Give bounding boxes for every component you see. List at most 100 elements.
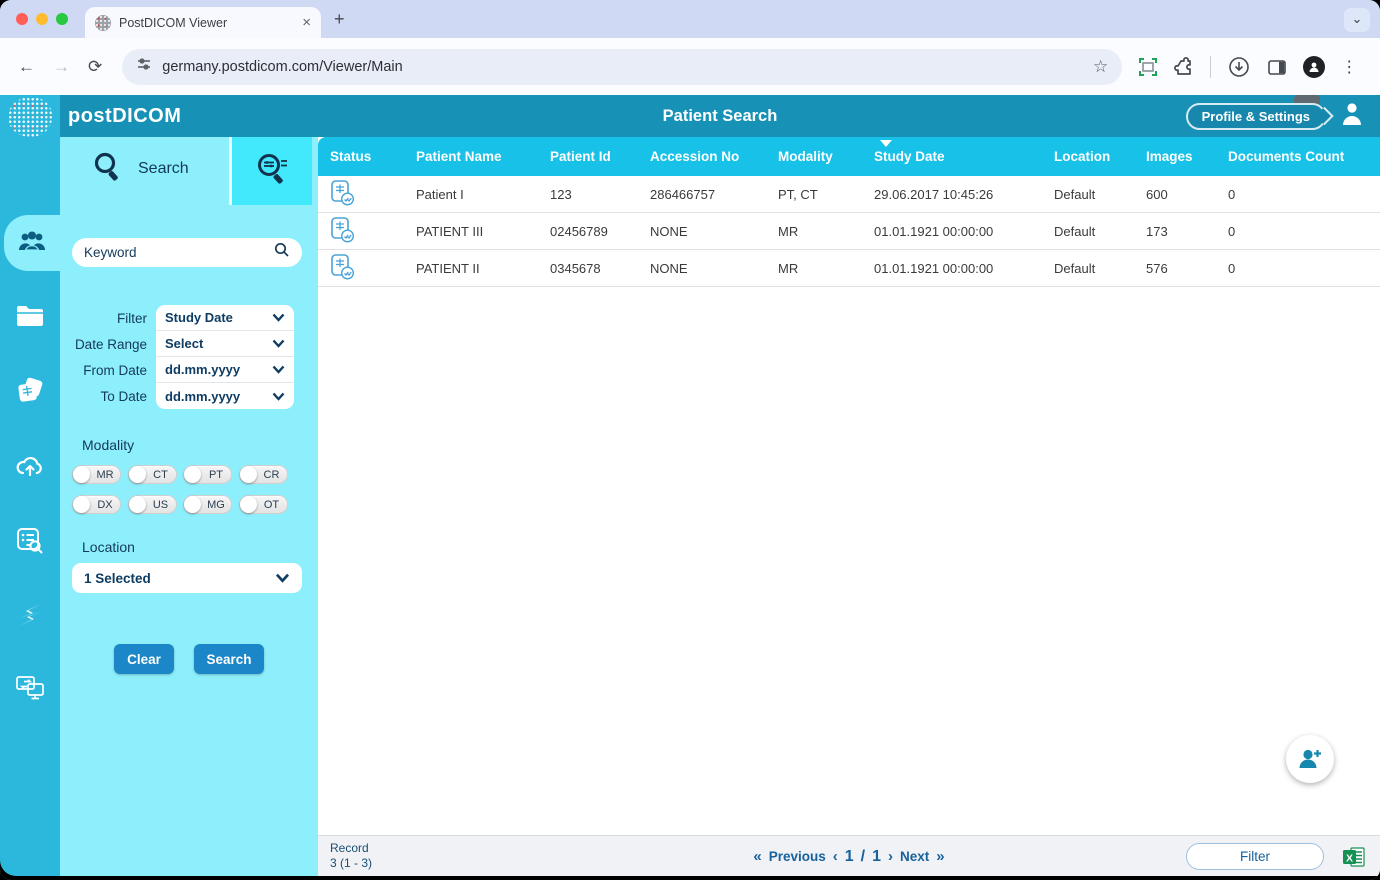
column-header-images[interactable]: Images: [1134, 137, 1216, 176]
tab-basic-search[interactable]: Search: [60, 137, 228, 201]
bookmark-star-icon[interactable]: ☆: [1093, 57, 1108, 77]
patient-name-cell[interactable]: PATIENT III: [404, 224, 538, 239]
tab-search-chevron-icon[interactable]: ⌄: [1344, 8, 1370, 32]
export-excel-icon[interactable]: X: [1342, 845, 1366, 874]
search-icon: [92, 151, 122, 188]
url-text[interactable]: germany.postdicom.com/Viewer/Main: [162, 59, 1083, 75]
date-range-label: Date Range: [74, 336, 147, 352]
folder-icon: [16, 305, 44, 332]
sidebar-item-studies[interactable]: [0, 365, 60, 421]
filter-button[interactable]: Filter: [1186, 843, 1324, 870]
total-pages: 1: [872, 847, 882, 865]
patient-id-cell: 123: [550, 186, 572, 202]
sidebar-item-share-viewer[interactable]: [0, 662, 60, 718]
modality-toggle-ot[interactable]: OT: [238, 495, 288, 514]
browser-menu-icon[interactable]: ⋮: [1341, 57, 1357, 77]
search-panel: Search Filter Study Date: [60, 137, 318, 876]
sidebar-item-sync[interactable]: [0, 589, 60, 645]
modality-toggle-mr[interactable]: MR: [72, 465, 121, 484]
modality-toggle-us[interactable]: US: [127, 495, 177, 514]
patient-name-cell[interactable]: PATIENT II: [404, 261, 538, 276]
search-button[interactable]: Search: [194, 644, 264, 674]
tab-title: PostDICOM Viewer: [119, 15, 228, 30]
documents-count-cell: 0: [1228, 260, 1236, 276]
clear-button[interactable]: Clear: [114, 644, 174, 674]
table-header-row: Status Patient Name Patient Id Accession…: [318, 137, 1380, 176]
close-window-button[interactable]: [16, 13, 28, 25]
close-tab-icon[interactable]: ×: [302, 14, 311, 31]
sidebar-item-cloud-upload[interactable]: [0, 440, 60, 496]
keyword-input[interactable]: [84, 245, 274, 260]
back-icon[interactable]: ←: [18, 57, 35, 77]
browser-tab[interactable]: PostDICOM Viewer ×: [85, 7, 321, 38]
next-page-icon[interactable]: ›: [888, 848, 893, 865]
previous-page-icon[interactable]: ‹: [833, 848, 838, 865]
study-status-icon: [331, 253, 355, 280]
keyword-search-field[interactable]: [72, 238, 302, 267]
sidebar-item-folders[interactable]: [0, 290, 60, 346]
tab-advanced-search[interactable]: [232, 137, 312, 205]
location-select[interactable]: 1 Selected: [72, 563, 302, 593]
add-person-icon: [1299, 749, 1321, 768]
sidebar-item-patients[interactable]: [4, 215, 60, 271]
from-date-select[interactable]: dd.mm.yyyy: [156, 357, 294, 383]
status-cell[interactable]: [318, 253, 404, 284]
location-cell: Default: [1054, 223, 1096, 239]
column-header-modality[interactable]: Modality: [766, 137, 862, 176]
column-header-accession-no[interactable]: Accession No: [638, 137, 766, 176]
modality-label: Modality: [82, 437, 135, 453]
column-header-location[interactable]: Location: [1042, 137, 1134, 176]
keyword-search-icon[interactable]: [274, 242, 290, 263]
patient-name-cell[interactable]: Patient I: [404, 187, 538, 202]
images-cell: 173: [1146, 223, 1168, 239]
from-date-label: From Date: [83, 362, 147, 378]
screenshot-extension-icon[interactable]: [1138, 57, 1158, 77]
modality-toggle-mg[interactable]: MG: [183, 495, 232, 514]
current-page: 1: [844, 847, 854, 865]
worklist-search-icon: [16, 527, 44, 560]
column-header-patient-name[interactable]: Patient Name: [404, 137, 538, 176]
download-icon[interactable]: [1227, 55, 1251, 79]
column-header-study-date[interactable]: Study Date: [862, 137, 1042, 176]
modality-cell: MR: [778, 223, 799, 239]
table-row[interactable]: PATIENT III 02456789 NONE MR 01.01.1921 …: [318, 213, 1380, 250]
column-header-status[interactable]: Status: [318, 137, 404, 176]
table-row[interactable]: Patient I 123 286466757 PT, CT 29.06.201…: [318, 176, 1380, 213]
zoom-window-button[interactable]: [56, 13, 68, 25]
reload-icon[interactable]: ⟳: [88, 57, 102, 77]
minimize-window-button[interactable]: [36, 13, 48, 25]
modality-toggle-pt[interactable]: PT: [183, 465, 232, 484]
site-info-icon[interactable]: [136, 56, 152, 77]
forward-icon[interactable]: →: [53, 57, 70, 77]
column-header-patient-id[interactable]: Patient Id: [538, 137, 638, 176]
previous-page-button[interactable]: Previous: [769, 849, 826, 864]
column-header-documents-count[interactable]: Documents Count: [1216, 137, 1380, 176]
sidebar-item-worklist[interactable]: [0, 515, 60, 571]
status-cell[interactable]: [318, 179, 404, 210]
browser-profile-avatar[interactable]: [1303, 55, 1326, 78]
last-page-icon[interactable]: »: [936, 848, 944, 865]
add-patient-fab[interactable]: [1286, 735, 1334, 783]
table-row[interactable]: PATIENT II 0345678 NONE MR 01.01.1921 00…: [318, 250, 1380, 287]
address-bar[interactable]: germany.postdicom.com/Viewer/Main ☆: [122, 48, 1123, 85]
filter-label: Filter: [117, 310, 147, 326]
status-cell[interactable]: [318, 216, 404, 247]
date-range-select[interactable]: Select: [156, 331, 294, 357]
studies-stack-icon: [15, 377, 45, 410]
toolbar-divider: [1210, 55, 1212, 78]
side-panel-icon[interactable]: [1267, 57, 1287, 77]
to-date-select[interactable]: dd.mm.yyyy: [156, 383, 294, 409]
study-date-cell: 01.01.1921 00:00:00: [874, 260, 994, 276]
profile-person-icon[interactable]: [1340, 101, 1364, 132]
modality-toggle-dx[interactable]: DX: [72, 495, 121, 514]
filter-select[interactable]: Study Date: [156, 305, 294, 331]
modality-toggle-ct[interactable]: CT: [127, 465, 177, 484]
patients-icon: [16, 229, 48, 258]
documents-count-cell: 0: [1228, 186, 1236, 202]
location-cell: Default: [1054, 260, 1096, 276]
extensions-puzzle-icon[interactable]: [1174, 56, 1194, 77]
next-page-button[interactable]: Next: [900, 849, 929, 864]
first-page-icon[interactable]: «: [753, 848, 761, 865]
new-tab-button[interactable]: +: [334, 9, 345, 30]
modality-toggle-cr[interactable]: CR: [238, 465, 288, 484]
